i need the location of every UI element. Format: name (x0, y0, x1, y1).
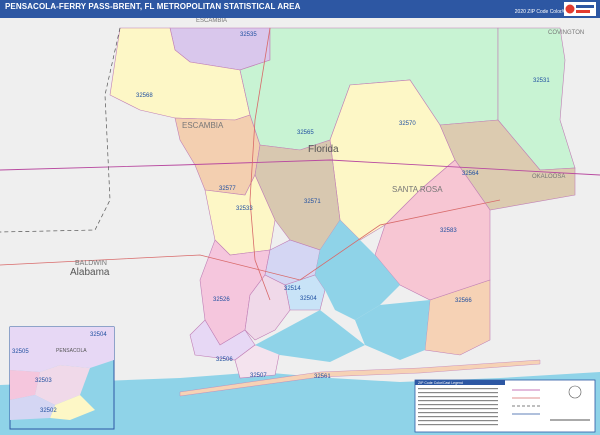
state-label-florida: Florida (308, 144, 339, 155)
county-label-escambia-al: ESCAMBIA (196, 18, 227, 24)
zip-label: 32564 (462, 171, 479, 177)
zip-label: 32535 (240, 32, 257, 38)
zip-label: 32568 (136, 93, 153, 99)
zip-label: 32583 (440, 228, 457, 234)
legend: ZIP Code Color/Cast Legend (414, 379, 596, 433)
state-label-alabama: Alabama (70, 267, 110, 278)
publisher-logo (564, 2, 596, 16)
zip-label: 32526 (213, 297, 230, 303)
zip-label: 32570 (399, 121, 416, 127)
zip-label: 32561 (314, 374, 331, 380)
zip-label: 32565 (297, 130, 314, 136)
zip-label: 32531 (533, 78, 550, 84)
county-label-santa-rosa: SANTA ROSA (392, 185, 443, 194)
zip-label: 32505 (12, 349, 29, 355)
county-label-covington: COVINGTON (548, 30, 584, 36)
legend-title: ZIP Code Color/Cast Legend (418, 381, 463, 385)
zip-label: 32502 (40, 408, 57, 414)
zip-code-map: Florida Alabama ESCAMBIA ESCAMBIA SANTA … (0, 18, 600, 435)
zip-label: 32571 (304, 199, 321, 205)
zip-label: 32506 (216, 357, 233, 363)
zip-label: 32533 (236, 206, 253, 212)
zip-label: 32504 (90, 332, 107, 338)
zip-label: 32566 (455, 298, 472, 304)
zip-label: 32507 (250, 373, 267, 379)
county-label-okaloosa: OKALOOSA (532, 174, 565, 180)
zip-label: 32577 (219, 186, 236, 192)
map-frame: PENSACOLA-FERRY PASS-BRENT, FL METROPOLI… (0, 0, 600, 435)
zip-label: 32503 (35, 378, 52, 384)
county-label-escambia: ESCAMBIA (182, 121, 224, 130)
inset-map: PENSACOLA 32504 32505 32503 32502 (9, 326, 115, 430)
map-header: PENSACOLA-FERRY PASS-BRENT, FL METROPOLI… (0, 0, 600, 18)
zip-label: 32504 (300, 296, 317, 302)
map-title: PENSACOLA-FERRY PASS-BRENT, FL METROPOLI… (5, 2, 301, 11)
zip-label: 32514 (284, 286, 301, 292)
inset-label-pensacola: PENSACOLA (56, 348, 87, 354)
county-label-baldwin: BALDWIN (75, 260, 107, 267)
